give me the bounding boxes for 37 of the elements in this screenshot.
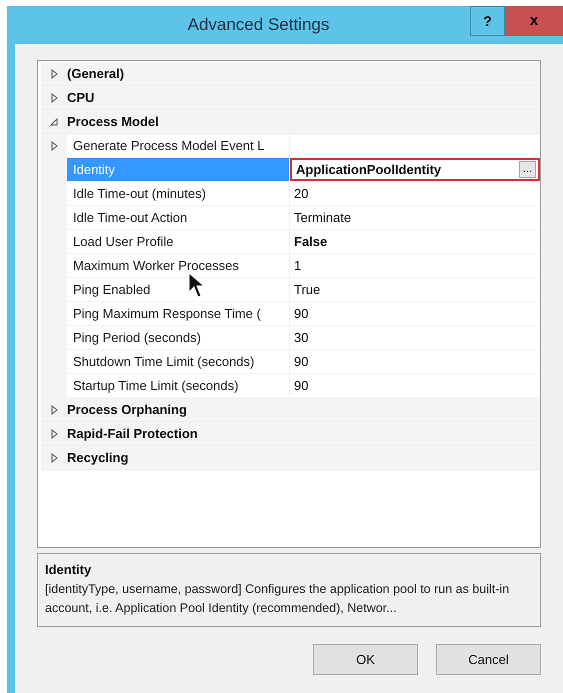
- property-name[interactable]: Load User Profile: [67, 230, 290, 253]
- category-label[interactable]: (General): [67, 64, 124, 84]
- property-value-field[interactable]: True: [290, 278, 540, 301]
- dialog-button[interactable]: OK: [313, 644, 418, 675]
- collapsed-triangle-icon[interactable]: [50, 92, 58, 102]
- collapsed-triangle-icon[interactable]: [50, 68, 58, 78]
- category-label[interactable]: Process Model: [67, 112, 159, 132]
- property-value-field[interactable]: 90: [290, 350, 540, 373]
- close-button[interactable]: x: [505, 6, 563, 36]
- property-value-field[interactable]: 90: [290, 374, 540, 397]
- expanded-triangle-icon[interactable]: [50, 118, 58, 126]
- category-label[interactable]: Recycling: [67, 448, 128, 468]
- property-value-field[interactable]: 90: [290, 302, 540, 325]
- property-name[interactable]: Idle Time-out (minutes): [67, 182, 290, 205]
- property-value-field[interactable]: 30: [290, 326, 540, 349]
- property-name[interactable]: Ping Period (seconds): [67, 326, 290, 349]
- property-name[interactable]: Idle Time-out Action: [67, 206, 290, 229]
- property-value-field[interactable]: 1: [290, 254, 540, 277]
- property-value-field[interactable]: ApplicationPoolIdentity ...: [290, 158, 540, 181]
- dialog-button[interactable]: Cancel: [436, 644, 541, 675]
- property-name[interactable]: Startup Time Limit (seconds): [67, 374, 290, 397]
- property-name[interactable]: Ping Maximum Response Time (: [67, 302, 290, 325]
- property-name[interactable]: Generate Process Model Event L: [67, 134, 290, 157]
- collapsed-triangle-icon[interactable]: [50, 404, 58, 414]
- description-title: Identity: [45, 561, 92, 579]
- category-label[interactable]: CPU: [67, 88, 94, 108]
- property-value-field[interactable]: False: [290, 230, 540, 253]
- collapsed-triangle-icon[interactable]: [50, 428, 58, 438]
- description-text: [identityType, username, password] Configures the application pool to run as built-in account, i.e. Application Pool Identity (recommended), Networ...: [45, 580, 510, 617]
- collapsed-triangle-icon[interactable]: [50, 140, 58, 150]
- ellipsis-button[interactable]: ...: [518, 161, 536, 178]
- property-name[interactable]: Shutdown Time Limit (seconds): [67, 350, 290, 373]
- property-value-field[interactable]: 20: [290, 182, 540, 205]
- collapsed-triangle-icon[interactable]: [50, 452, 58, 462]
- window-title: Advanced Settings: [186, 14, 330, 36]
- property-value-field[interactable]: Terminate: [290, 206, 540, 229]
- help-button[interactable]: ?: [470, 6, 505, 36]
